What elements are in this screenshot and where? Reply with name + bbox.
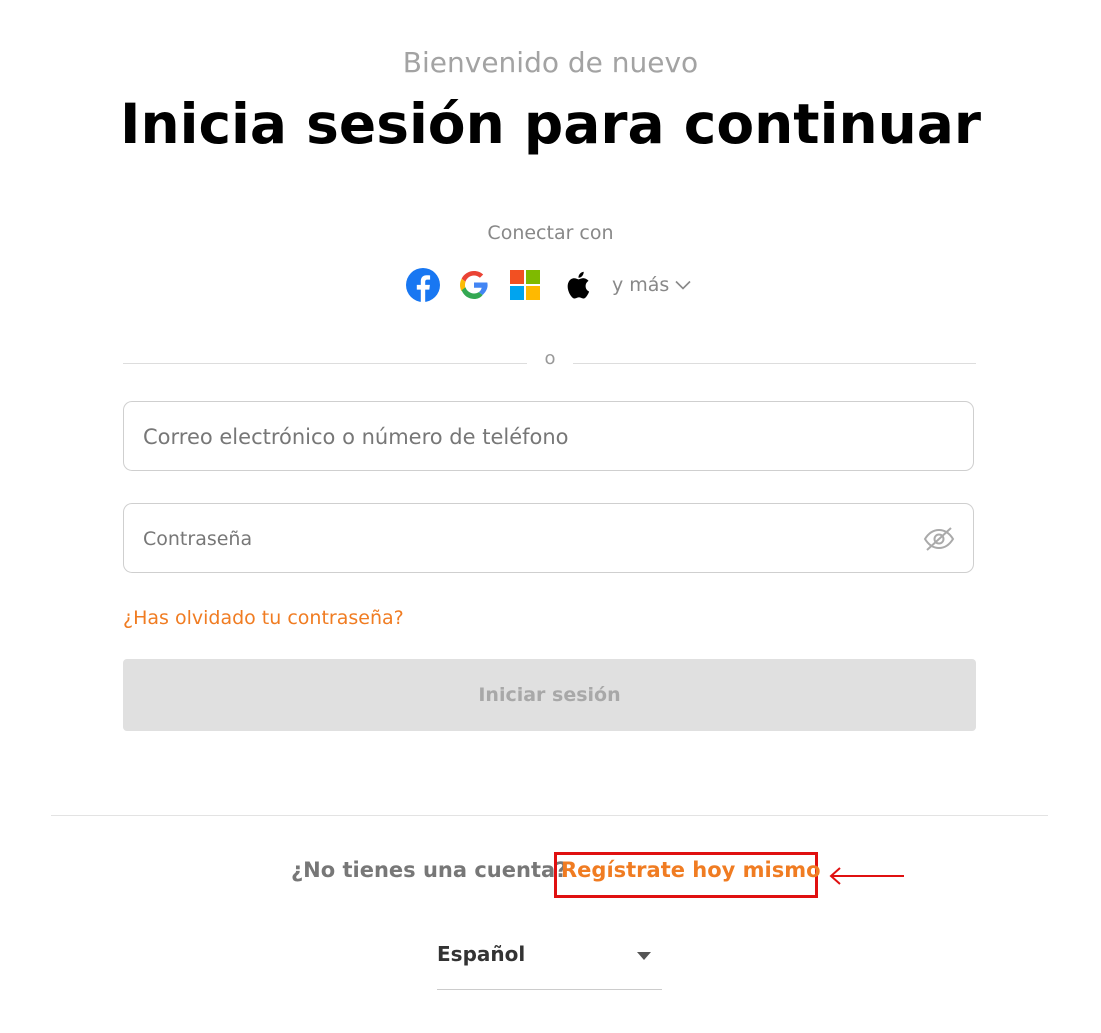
- annotation-arrow-icon: [829, 867, 904, 885]
- apple-login-button[interactable]: [558, 267, 594, 303]
- no-account-label: ¿No tienes una cuenta?: [291, 858, 568, 882]
- login-button[interactable]: Iniciar sesión: [123, 659, 976, 731]
- connect-with-label: Conectar con: [487, 222, 614, 244]
- divider-left: [123, 363, 527, 364]
- email-input[interactable]: [141, 402, 955, 472]
- facebook-login-button[interactable]: [405, 267, 441, 303]
- divider-or-label: o: [544, 348, 556, 369]
- footer-divider: [51, 815, 1048, 816]
- microsoft-icon: [510, 270, 540, 300]
- language-label: Español: [437, 942, 526, 966]
- more-providers-button[interactable]: y más: [612, 274, 691, 296]
- microsoft-login-button[interactable]: [507, 267, 543, 303]
- google-login-button[interactable]: [456, 267, 492, 303]
- eye-slash-icon: [923, 527, 955, 551]
- google-icon: [460, 271, 488, 299]
- language-select[interactable]: Español: [437, 937, 662, 990]
- password-field: [123, 503, 974, 574]
- email-field: [123, 401, 974, 472]
- facebook-icon: [406, 268, 440, 302]
- page-title: Inicia sesión para continuar: [119, 92, 981, 156]
- divider-right: [573, 363, 976, 364]
- register-link[interactable]: Regístrate hoy mismo: [561, 858, 821, 882]
- chevron-down-icon: [675, 280, 691, 290]
- forgot-password-link[interactable]: ¿Has olvidado tu contraseña?: [123, 607, 404, 629]
- more-providers-label: y más: [612, 274, 670, 296]
- caret-down-icon: [637, 952, 651, 960]
- password-visibility-toggle[interactable]: [922, 524, 956, 554]
- social-login-row: y más: [405, 266, 691, 304]
- welcome-subtitle: Bienvenido de nuevo: [402, 46, 699, 79]
- apple-icon: [567, 271, 590, 299]
- password-input[interactable]: [141, 504, 905, 574]
